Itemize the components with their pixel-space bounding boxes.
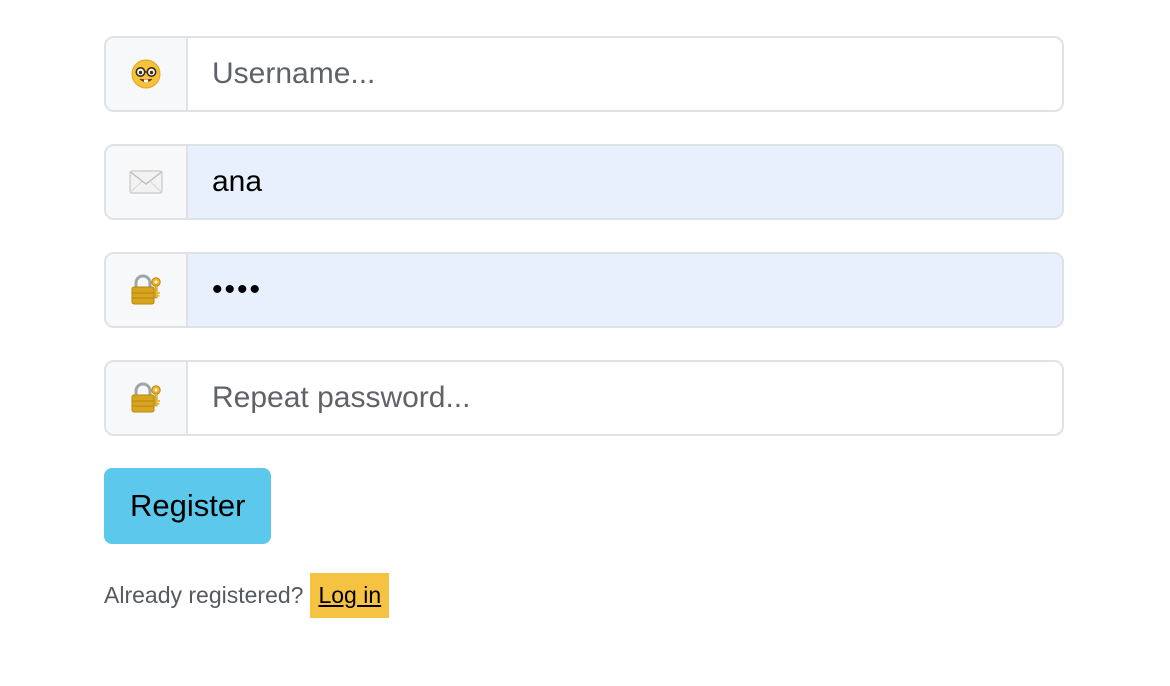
repeat-password-input[interactable] [188, 362, 1062, 434]
repeat-password-group [104, 360, 1064, 436]
password-input[interactable] [188, 254, 1062, 326]
username-group [104, 36, 1064, 112]
login-prompt: Already registered? Log in [104, 573, 1064, 618]
login-link[interactable]: Log in [310, 573, 390, 618]
envelope-icon [129, 169, 163, 195]
email-group [104, 144, 1064, 220]
nerd-face-icon [130, 58, 162, 90]
already-registered-text: Already registered? [104, 582, 304, 608]
locked-with-key-icon [129, 274, 163, 306]
username-addon [106, 38, 188, 110]
register-button[interactable]: Register [104, 468, 272, 544]
email-addon [106, 146, 188, 218]
username-input[interactable] [188, 38, 1062, 110]
locked-with-key-icon [129, 382, 163, 414]
register-form: Register Already registered? Log in [104, 36, 1064, 618]
password-group [104, 252, 1064, 328]
password-addon [106, 254, 188, 326]
email-input[interactable] [188, 146, 1062, 218]
repeat-password-addon [106, 362, 188, 434]
